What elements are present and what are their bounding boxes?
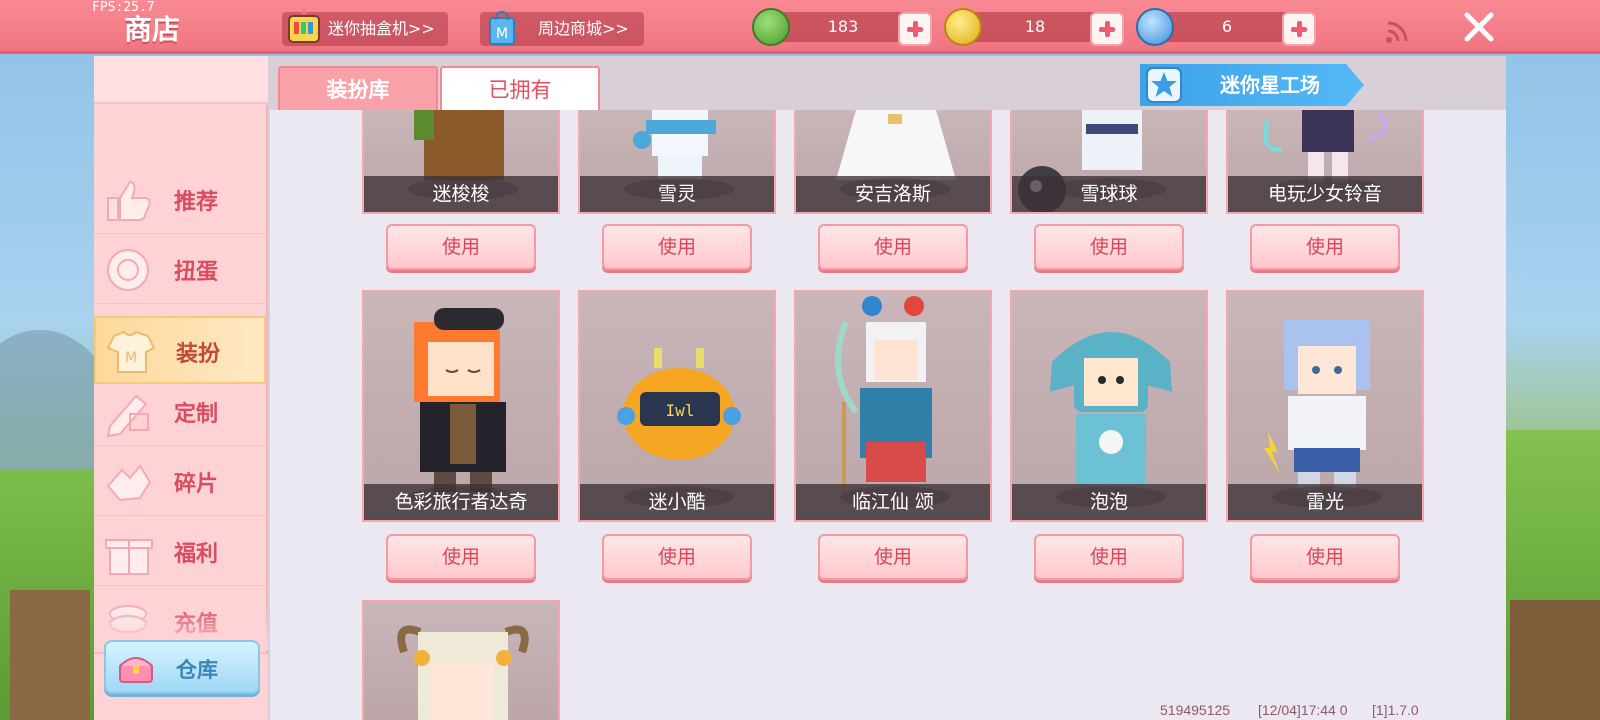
green-bean-coin-icon xyxy=(752,8,790,46)
sidebar: 推荐 扭蛋 M 装扮 定制 碎片 福利 仓库 xyxy=(94,56,268,720)
sidebar-item-label: 扭蛋 xyxy=(174,260,219,285)
gacha-machine-button[interactable]: 迷你抽盒机>> xyxy=(282,8,448,46)
treasure-chest-icon xyxy=(119,657,153,683)
use-button[interactable]: 使用 xyxy=(386,224,536,270)
use-button[interactable]: 使用 xyxy=(1250,224,1400,270)
use-button[interactable]: 使用 xyxy=(1034,224,1184,270)
sidebar-item-custom[interactable]: 定制 xyxy=(94,378,268,446)
skin-name: 雷光 xyxy=(1228,484,1422,520)
capsule-icon xyxy=(107,249,149,291)
skin-card[interactable]: Iwl 迷小酷 xyxy=(578,290,776,522)
timestamp: [12/04]17:44 0 xyxy=(1258,702,1348,718)
skin-name: 雪灵 xyxy=(580,176,774,212)
skin-card[interactable]: 泡泡 xyxy=(1010,290,1208,522)
skin-card[interactable]: 色彩旅行者达奇 xyxy=(362,290,560,522)
use-button[interactable]: 使用 xyxy=(602,224,752,270)
skin-name: 迷梭梭 xyxy=(364,176,558,212)
use-button[interactable]: 使用 xyxy=(386,534,536,580)
warehouse-label: 仓库 xyxy=(176,658,218,682)
skin-name: 雪球球 xyxy=(1012,176,1206,212)
svg-text:M: M xyxy=(125,350,137,366)
use-button[interactable]: 使用 xyxy=(602,534,752,580)
shirt-icon: M xyxy=(106,330,156,373)
peripheral-mall-label: 周边商城>> xyxy=(538,19,629,38)
tab-owned[interactable]: 已拥有 xyxy=(440,66,600,112)
sidebar-item-welfare[interactable]: 福利 xyxy=(94,518,268,586)
skin-card[interactable]: 临江仙 颂 xyxy=(794,290,992,522)
skin-card[interactable] xyxy=(362,600,560,720)
use-button[interactable]: 使用 xyxy=(1250,534,1400,580)
sidebar-item-label: 装扮 xyxy=(176,342,221,367)
add-gold-coin-button[interactable] xyxy=(1090,12,1124,46)
skin-preview-horned-girl xyxy=(397,625,529,720)
pencil-icon xyxy=(106,394,149,438)
skin-name: 临江仙 颂 xyxy=(796,484,990,520)
add-green-bean-button[interactable] xyxy=(898,12,932,46)
sidebar-item-label: 福利 xyxy=(174,542,219,567)
skin-name: 泡泡 xyxy=(1012,484,1206,520)
gold-coin-balance: 18 xyxy=(960,12,1110,42)
gacha-machine-label: 迷你抽盒机>> xyxy=(328,19,435,38)
fragment-icon xyxy=(106,464,152,502)
skin-name: 迷小酷 xyxy=(580,484,774,520)
svg-text:M: M xyxy=(496,26,508,42)
sidebar-item-fragment[interactable]: 碎片 xyxy=(94,448,268,516)
user-id: 519495125 xyxy=(1160,702,1231,718)
skin-card[interactable]: 安吉洛斯 xyxy=(794,110,992,214)
gold-coin-icon xyxy=(944,8,982,46)
sidebar-item-label: 定制 xyxy=(174,402,219,427)
gift-icon xyxy=(105,539,153,575)
add-mini-coin-button[interactable] xyxy=(1282,12,1316,46)
green-bean-balance: 183 xyxy=(768,12,918,42)
skin-card[interactable]: 雪球球 xyxy=(1010,110,1208,214)
skin-card[interactable]: 雪灵 xyxy=(578,110,776,214)
skin-name: 电玩少女铃音 xyxy=(1228,176,1422,212)
use-button[interactable]: 使用 xyxy=(1034,534,1184,580)
skin-name: 安吉洛斯 xyxy=(796,176,990,212)
sidebar-header xyxy=(94,56,268,104)
skin-card[interactable]: 电玩少女铃音 xyxy=(1226,110,1424,214)
warehouse-button[interactable]: 仓库 xyxy=(104,640,260,694)
thumbs-up-icon xyxy=(107,180,151,221)
mini-star-workshop-label: 迷你星工场 xyxy=(1220,73,1320,97)
background-dirt-block-right xyxy=(1510,600,1600,720)
sidebar-item-recommend[interactable]: 推荐 xyxy=(94,166,268,234)
owned-skins-grid: 迷梭梭 雪灵 安吉洛斯 雪球球 电玩少女铃音 使用 使用 使用 使用 使用 色彩… xyxy=(270,110,1506,720)
signal-icon[interactable] xyxy=(1385,20,1409,44)
use-button[interactable]: 使用 xyxy=(818,224,968,270)
background-dirt-block-left xyxy=(10,590,90,720)
sidebar-item-dressup[interactable]: M 装扮 xyxy=(94,316,266,384)
star-icon xyxy=(1146,67,1182,103)
sidebar-item-label: 碎片 xyxy=(174,472,219,497)
sidebar-item-capsule[interactable]: 扭蛋 xyxy=(94,236,268,304)
mini-coin-balance: 6 xyxy=(1152,12,1302,42)
skin-name: 色彩旅行者达奇 xyxy=(364,484,558,520)
page-title: 商店 xyxy=(124,13,181,46)
peripheral-mall-button[interactable]: M 周边商城>> xyxy=(480,10,644,46)
version: [1]1.7.0 xyxy=(1372,702,1419,718)
mini-coin-icon xyxy=(1136,8,1174,46)
close-icon[interactable] xyxy=(1462,10,1496,44)
sidebar-footer: 仓库 xyxy=(94,640,268,720)
svg-text:Iwl: Iwl xyxy=(666,401,695,420)
top-bar: FPS:25.7 商店 迷你抽盒机>> M 周边商城>> 183 18 6 xyxy=(0,0,1600,54)
skin-card[interactable]: 雷光 xyxy=(1226,290,1424,522)
use-button[interactable]: 使用 xyxy=(818,534,968,580)
skin-card[interactable]: 迷梭梭 xyxy=(362,110,560,214)
shopping-bag-icon: M xyxy=(489,10,515,45)
mini-star-workshop-button[interactable]: 迷你星工场 xyxy=(1140,64,1364,106)
gacha-machine-icon xyxy=(288,8,320,43)
tab-dressup-library[interactable]: 装扮库 xyxy=(278,66,438,112)
sidebar-item-label: 推荐 xyxy=(174,190,219,215)
